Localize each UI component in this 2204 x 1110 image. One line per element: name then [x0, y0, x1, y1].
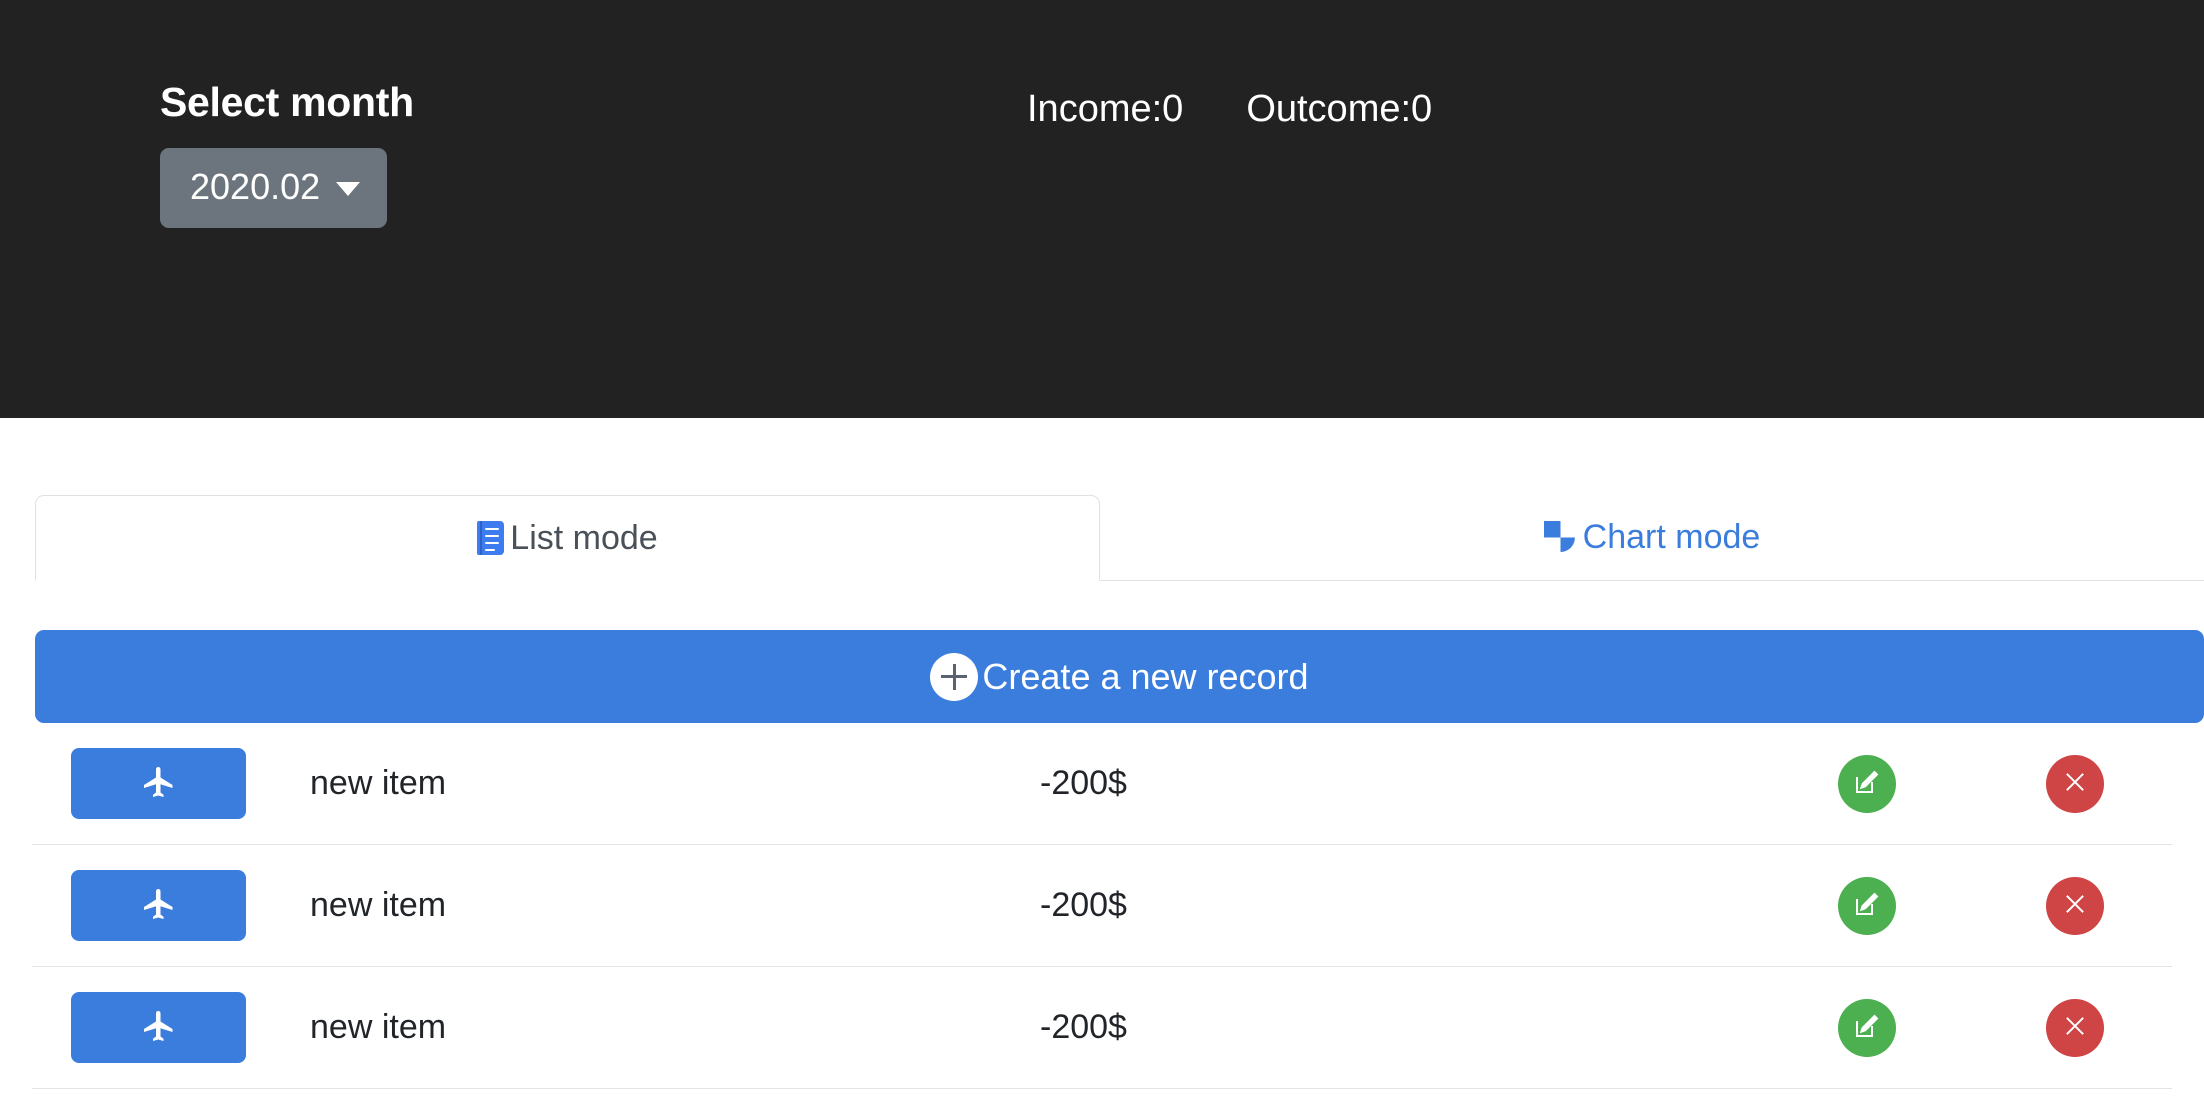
record-amount: -200$ — [1040, 764, 1127, 802]
record-title: new item — [310, 764, 447, 802]
category-button[interactable] — [71, 870, 246, 941]
edit-record-button[interactable] — [1838, 876, 1896, 935]
airplane-icon — [141, 1008, 177, 1047]
month-selector-group: Select month 2020.02 — [160, 82, 414, 228]
month-dropdown-value: 2020.02 — [190, 166, 321, 207]
category-button[interactable] — [71, 992, 246, 1063]
record-title: new item — [310, 886, 447, 924]
edit-icon — [1852, 1011, 1882, 1044]
tab-list-mode[interactable]: List mode — [35, 495, 1100, 581]
record-list: new item -200$ new item -200$ new item -… — [0, 723, 2204, 1089]
pie-chart-icon — [1531, 508, 1577, 554]
month-dropdown-button[interactable]: 2020.02 — [160, 148, 388, 228]
record-amount: -200$ — [1040, 886, 1127, 924]
tab-list-mode-label: List mode — [510, 518, 658, 557]
record-amount: -200$ — [1040, 1008, 1127, 1046]
record-title: new item — [310, 1008, 447, 1046]
plus-circle-icon — [930, 652, 979, 701]
close-icon — [2061, 890, 2089, 921]
create-new-record-button[interactable]: Create a new record — [35, 630, 2204, 723]
mode-tabs: List mode Chart mode — [0, 495, 2204, 581]
tab-chart-mode[interactable]: Chart mode — [1100, 495, 2204, 581]
category-button[interactable] — [71, 748, 246, 819]
edit-record-button[interactable] — [1838, 998, 1896, 1057]
totals-summary: Income:0 Outcome:0 — [1027, 90, 1432, 128]
delete-record-button[interactable] — [2046, 998, 2104, 1057]
edit-icon — [1852, 767, 1882, 800]
select-month-label: Select month — [160, 79, 414, 125]
delete-record-button[interactable] — [2046, 876, 2104, 935]
delete-record-button[interactable] — [2046, 754, 2104, 813]
airplane-icon — [141, 764, 177, 803]
list-icon — [477, 521, 505, 555]
app-header: Select month 2020.02 Income:0 Outcome:0 — [0, 0, 2204, 418]
close-icon — [2061, 1012, 2089, 1043]
airplane-icon — [141, 886, 177, 925]
edit-record-button[interactable] — [1838, 754, 1896, 813]
outcome-total: Outcome:0 — [1246, 88, 1433, 130]
caret-down-icon — [336, 182, 361, 196]
income-total: Income:0 — [1027, 88, 1184, 130]
table-row: new item -200$ — [32, 967, 2172, 1089]
close-icon — [2061, 768, 2089, 799]
tab-chart-mode-label: Chart mode — [1582, 518, 1761, 556]
table-row: new item -200$ — [32, 723, 2172, 845]
table-row: new item -200$ — [32, 845, 2172, 967]
edit-icon — [1852, 889, 1882, 922]
create-new-record-label: Create a new record — [982, 655, 1309, 697]
